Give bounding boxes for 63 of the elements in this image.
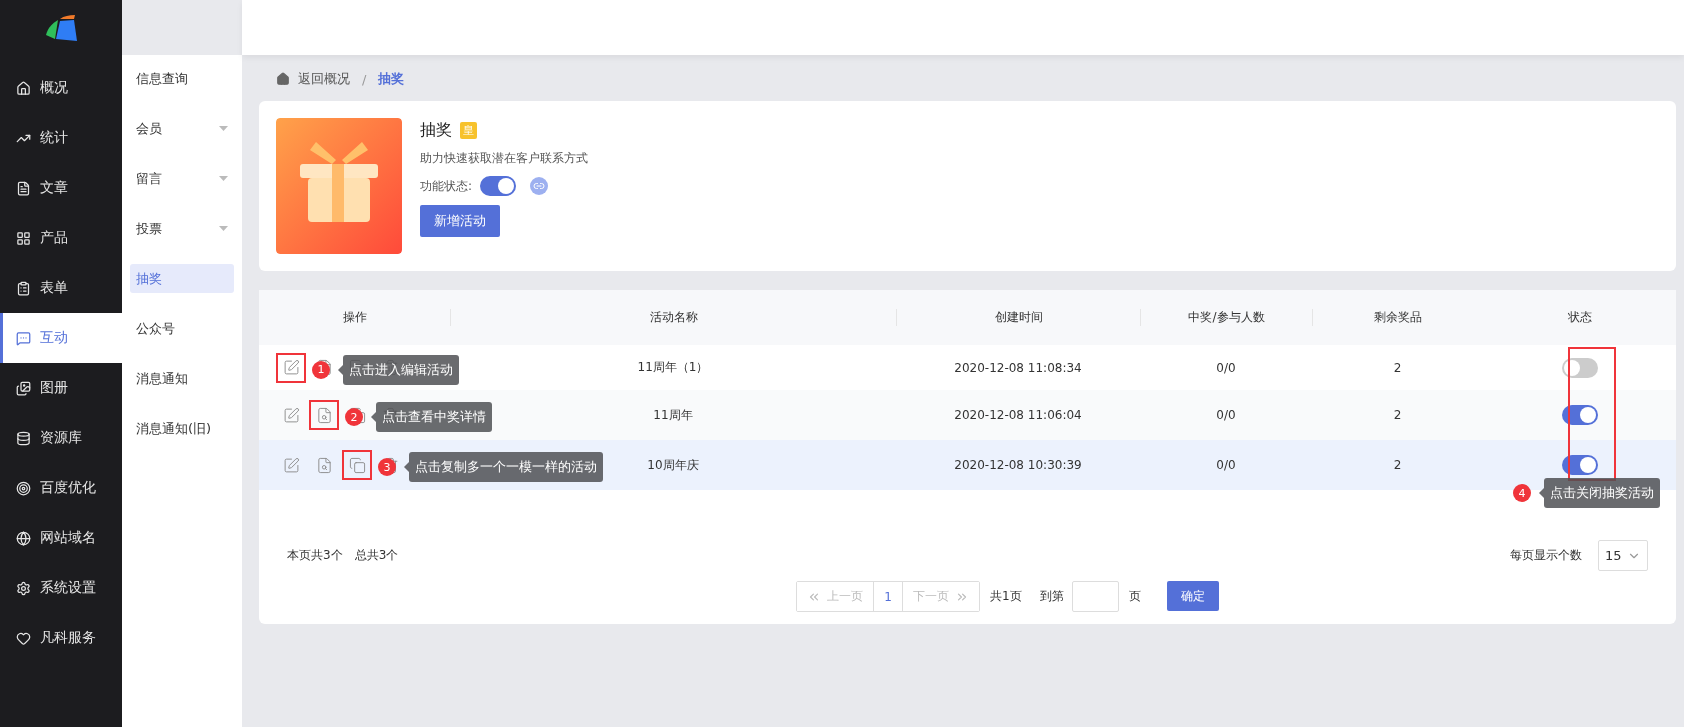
app-title: 抽奖: [420, 120, 452, 141]
subnav-item[interactable]: 投票: [130, 214, 234, 243]
column-header: 操作: [341, 309, 368, 326]
step-number: 4: [1513, 484, 1531, 502]
subnav-item[interactable]: 会员: [130, 114, 234, 143]
status-label: 功能状态:: [420, 177, 473, 195]
nav-item[interactable]: 概况: [0, 63, 122, 113]
tooltip: 点击进入编辑活动: [343, 354, 459, 385]
column-header: 中奖/参与人数: [1140, 309, 1312, 326]
nav-item[interactable]: 产品: [0, 213, 122, 263]
table-cell: 2: [1393, 408, 1402, 422]
tooltip: 点击查看中奖详情: [376, 402, 492, 432]
page-count: 本页共3个: [287, 547, 343, 564]
nav-item[interactable]: 网站域名: [0, 513, 122, 563]
breadcrumb-separator: /: [362, 71, 367, 87]
column-header: 状态: [1566, 309, 1593, 326]
nav-item[interactable]: 互动: [0, 313, 122, 363]
table-cell: 0/0: [1216, 360, 1236, 375]
subnav-item[interactable]: 抽奖: [130, 264, 234, 293]
table-cell: 2: [1393, 360, 1402, 375]
table-cell: 2020-12-08 11:06:04: [954, 408, 1082, 422]
subnav-item[interactable]: 消息通知(旧): [130, 414, 234, 443]
tier-badge: 皇: [460, 122, 477, 139]
per-page-select[interactable]: 15: [1598, 540, 1648, 571]
column-header: 创建时间: [896, 309, 1140, 326]
total-count: 总共3个: [354, 547, 399, 564]
nav-item[interactable]: 图册: [0, 363, 122, 413]
nav-item[interactable]: 统计: [0, 113, 122, 163]
table-cell: 2020-12-08 11:08:34: [954, 360, 1082, 375]
total-pages: 共1页: [990, 588, 1022, 605]
table-cell: 10周年庆: [647, 456, 699, 474]
nav-item[interactable]: 百度优化: [0, 463, 122, 513]
confirm-button[interactable]: 确定: [1166, 581, 1219, 611]
tooltip: 点击关闭抽奖活动: [1544, 478, 1660, 508]
nav-item[interactable]: 文章: [0, 163, 122, 213]
subnav-item[interactable]: 留言: [130, 164, 234, 193]
nav-item[interactable]: 表单: [0, 263, 122, 313]
nav-item[interactable]: 资源库: [0, 413, 122, 463]
column-header: 活动名称: [450, 309, 896, 326]
breadcrumb-current: 抽奖: [378, 70, 405, 88]
table-cell: 2020-12-08 10:30:39: [954, 458, 1082, 472]
breadcrumb-link[interactable]: 返回概况: [298, 70, 350, 88]
tooltip: 点击复制多一个一模一样的活动: [409, 452, 603, 482]
subnav-item[interactable]: 消息通知: [130, 364, 234, 393]
nav-item[interactable]: 凡科服务: [0, 613, 122, 663]
step-number: 3: [378, 458, 396, 476]
subnav-item[interactable]: 信息查询: [130, 64, 234, 93]
column-header: 剩余奖品: [1312, 309, 1483, 326]
step-number: 2: [345, 408, 363, 426]
per-page-label: 每页显示个数: [1510, 547, 1582, 564]
page-unit: 页: [1128, 588, 1141, 605]
nav-item[interactable]: 系统设置: [0, 563, 122, 613]
table-cell: 0/0: [1216, 408, 1236, 422]
add-activity-button[interactable]: 新增活动: [420, 205, 500, 237]
app-description: 助力快速获取潜在客户联系方式: [420, 150, 588, 167]
table-cell: 2: [1393, 458, 1402, 472]
table-cell: 11周年: [653, 406, 693, 424]
table-cell: 0/0: [1216, 458, 1236, 472]
table-cell: 11周年（1）: [637, 359, 709, 376]
table-row[interactable]: 2 点击查看中奖详情 11周年 2020-12-08 11:06:04 0/0 2: [259, 390, 1676, 440]
goto-label: 到第: [1039, 588, 1064, 605]
step-number: 1: [312, 360, 330, 379]
subnav-item[interactable]: 公众号: [130, 314, 234, 343]
